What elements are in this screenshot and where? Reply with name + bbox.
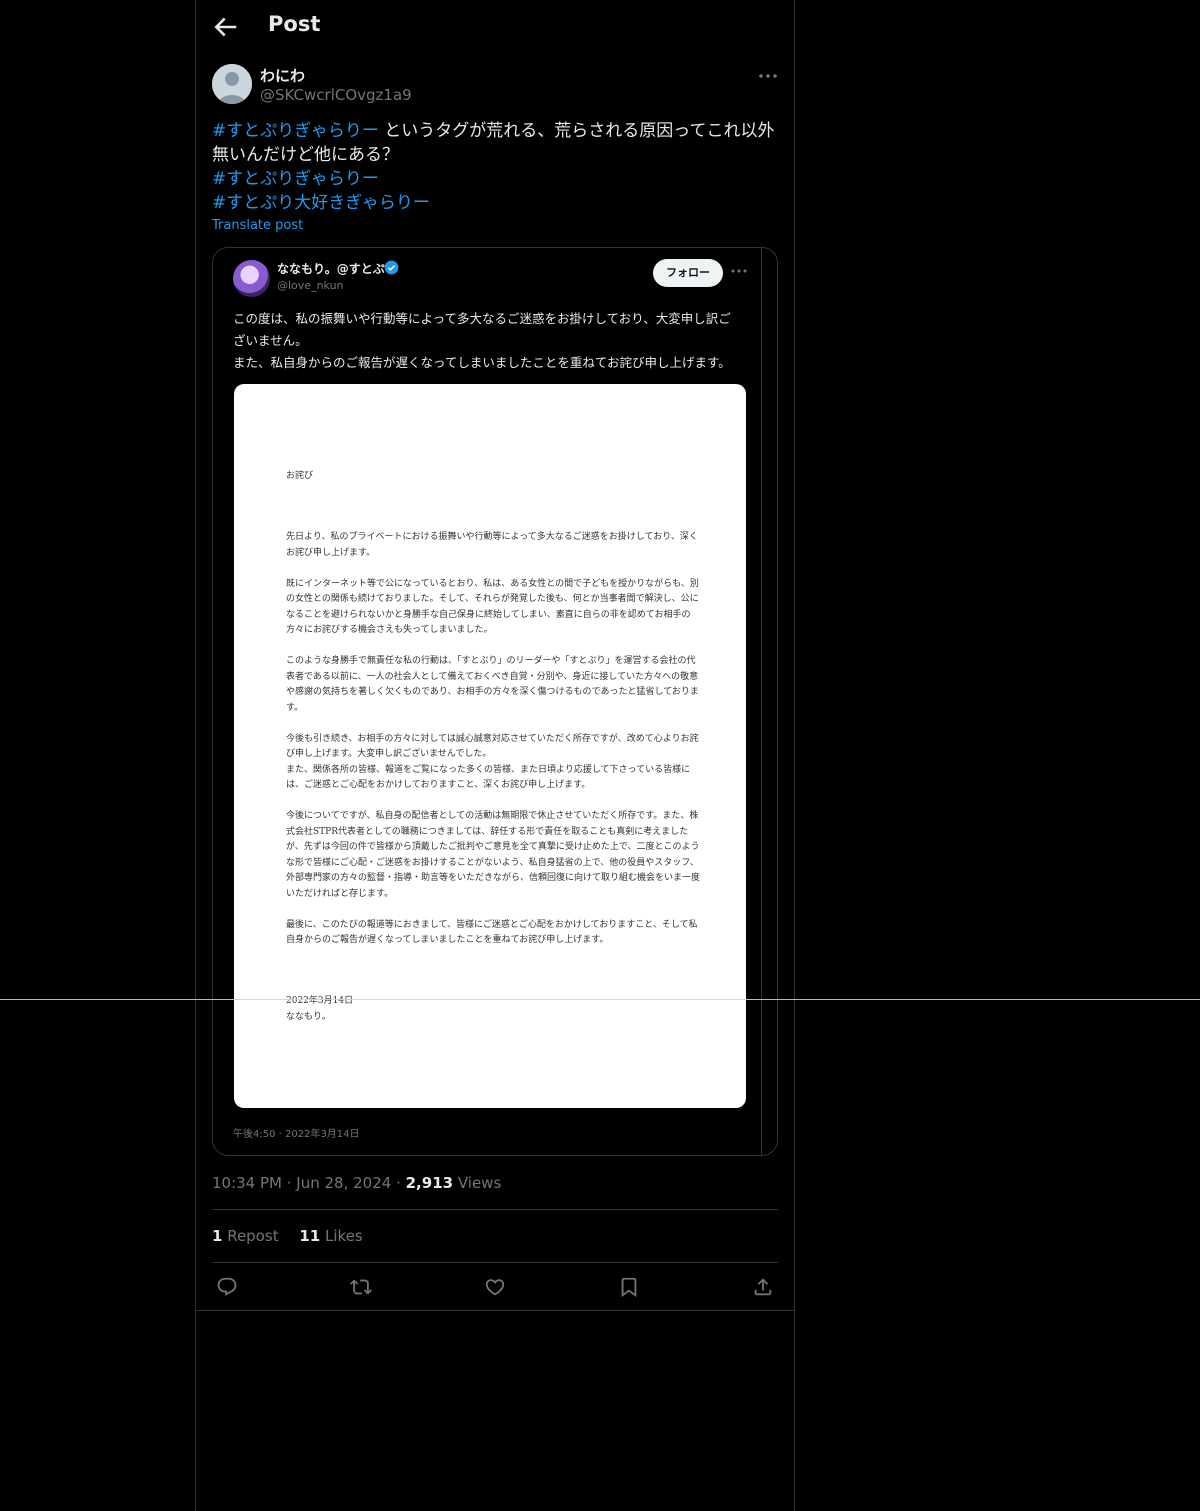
post-column: Post わにわ @SKCwcrlCOvgz1a9 #すとぷりぎゃらりー という… xyxy=(195,0,795,1511)
embedded-author-avatar xyxy=(233,260,270,297)
author-handle[interactable]: @SKCwcrlCOvgz1a9 xyxy=(260,86,412,104)
reply-icon xyxy=(217,1277,237,1296)
likes-label: Likes xyxy=(320,1227,363,1245)
meta-separator: · xyxy=(281,1174,297,1192)
back-button[interactable] xyxy=(210,12,240,42)
meta-separator: · xyxy=(391,1174,406,1192)
views-label: Views xyxy=(453,1174,502,1192)
repost-icon xyxy=(350,1279,372,1295)
reposts-count: 1 xyxy=(212,1227,223,1245)
more-dots-icon xyxy=(759,74,777,78)
action-bar xyxy=(196,1272,794,1302)
document-title: お詫び xyxy=(286,471,314,481)
embedded-author-name: ななもり。@すとぷり xyxy=(277,262,397,276)
repost-button[interactable] xyxy=(346,1272,376,1302)
post-time[interactable]: 10:34 PM xyxy=(212,1174,282,1192)
reply-button[interactable] xyxy=(212,1272,242,1302)
document-paragraph: 既にインターネット等で公になっているとおり、私は、ある女性との間で子どもを授かり… xyxy=(286,578,699,636)
post-date[interactable]: Jun 28, 2024 xyxy=(296,1174,391,1192)
more-options-button[interactable] xyxy=(756,66,780,86)
bookmark-icon xyxy=(621,1277,637,1298)
embedded-follow-button: フォロー xyxy=(653,259,723,287)
hashtag-link[interactable]: #すとぷり大好きぎゃらりー xyxy=(212,193,430,213)
like-button[interactable] xyxy=(480,1272,510,1302)
embedded-text-line: また、私自身からのご報告が遅くなってしまいましたことを重ねてお詫び申し上げます。 xyxy=(233,355,731,370)
post-bottom-border xyxy=(196,1310,794,1311)
verified-badge-icon xyxy=(384,260,399,275)
default-avatar-icon xyxy=(212,64,252,104)
document-paragraph: 今後も引き続き、お相手の方々に対しては誠心誠意対応させていただく所存ですが、改め… xyxy=(286,733,699,791)
heart-icon xyxy=(485,1279,505,1296)
likes-stat[interactable]: 11 Likes xyxy=(299,1227,362,1245)
embedded-more-icon xyxy=(729,263,749,279)
hashtag-link[interactable]: #すとぷりぎゃらりー xyxy=(212,121,379,141)
page-title: Post xyxy=(268,12,321,36)
reposts-stat[interactable]: 1 Repost xyxy=(212,1227,279,1245)
share-icon xyxy=(754,1278,772,1296)
tweet-text: #すとぷりぎゃらりー というタグが荒れる、荒らされる原因ってこれ以外無いんだけど… xyxy=(212,119,780,215)
embedded-image[interactable]: ななもり。@すとぷり @love_nkun フォロー この度は、私の振舞いや行動… xyxy=(212,247,778,1156)
post-meta: 10:34 PM · Jun 28, 2024 · 2,913 Views xyxy=(212,1174,501,1192)
document-signature: ななもり。 xyxy=(286,1012,331,1022)
engagement-stats: 1 Repost 11 Likes xyxy=(212,1227,379,1245)
document-paragraph: 先日より、私のプライベートにおける振舞いや行動等によって多大なるご迷惑をお掛けし… xyxy=(286,532,698,558)
reposts-label: Repost xyxy=(222,1227,279,1245)
author-avatar[interactable] xyxy=(212,64,252,104)
document-paragraph: 最後に、このたびの報道等におきまして、皆様にご迷惑とご心配をおかけしておりますこ… xyxy=(286,919,698,946)
translate-post-link[interactable]: Translate post xyxy=(212,218,303,233)
author-name[interactable]: わにわ xyxy=(260,65,305,86)
share-button[interactable] xyxy=(748,1272,778,1302)
divider xyxy=(212,1209,778,1210)
image-edge-divider xyxy=(761,248,762,1155)
bookmark-button[interactable] xyxy=(614,1272,644,1302)
document-body: 先日より、私のプライベートにおける振舞いや行動等によって多大なるご迷惑をお掛けし… xyxy=(286,530,704,964)
document-paragraph: 今後についてですが、私自身の配信者としての活動は無期限で休止させていただく所存で… xyxy=(286,811,701,899)
document-date: 2022年3月14日 xyxy=(286,996,354,1006)
header: Post xyxy=(196,0,794,54)
embedded-timestamp: 午後4:50 · 2022年3月14日 xyxy=(233,1129,360,1140)
hashtag-link[interactable]: #すとぷりぎゃらりー xyxy=(212,169,379,189)
screen-artifact-line xyxy=(0,999,1200,1000)
embedded-author-handle: @love_nkun xyxy=(277,279,344,292)
more-dots-icon xyxy=(731,269,747,273)
document-paragraph: このような身勝手で無責任な私の行動は、「すとぷり」のリーダーや「すとぷり」を運営… xyxy=(286,656,699,713)
divider xyxy=(212,1262,778,1263)
likes-count: 11 xyxy=(299,1227,321,1245)
embedded-text-line: この度は、私の振舞いや行動等によって多大なるご迷惑をお掛けしており、大変申し訳ご… xyxy=(233,311,731,348)
arrow-left-icon xyxy=(214,17,237,37)
embedded-tweet-text: この度は、私の振舞いや行動等によって多大なるご迷惑をお掛けしており、大変申し訳ご… xyxy=(233,308,743,374)
views-count: 2,913 xyxy=(405,1174,454,1192)
